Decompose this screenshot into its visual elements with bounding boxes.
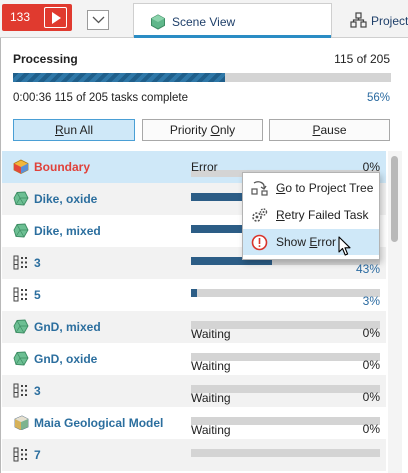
- task-status: Error: [191, 160, 218, 174]
- task-row[interactable]: 5 3%: [2, 279, 386, 311]
- project-tree-icon: [251, 180, 269, 199]
- geology-volume-icon: [13, 191, 29, 209]
- task-percent: 0%: [362, 358, 380, 372]
- task-name: GnD, mixed: [34, 320, 101, 334]
- overall-percent: 56%: [366, 92, 390, 104]
- grid-points-icon: [13, 255, 29, 273]
- tab-scene-view-label: Scene View: [172, 15, 236, 29]
- overall-progress-fill: [13, 73, 225, 82]
- task-percent: 3%: [362, 294, 380, 308]
- menu-label-post: rror: [317, 235, 337, 249]
- task-name: GnD, oxide: [34, 352, 98, 366]
- play-icon[interactable]: [44, 7, 67, 28]
- badge-count: 133: [10, 10, 31, 24]
- task-status: Waiting: [191, 327, 231, 341]
- task-name: Maia Geological Model: [34, 416, 164, 430]
- overall-progress-bar: [13, 73, 391, 82]
- menu-item-show-error[interactable]: Show Error: [243, 229, 379, 255]
- process-badge[interactable]: 133: [2, 4, 72, 31]
- task-percent: 0%: [362, 326, 380, 340]
- priority-mnemonic: O: [210, 123, 220, 137]
- vertical-scrollbar[interactable]: [388, 151, 402, 473]
- geology-volume-icon: [13, 351, 29, 369]
- task-row[interactable]: GnD, oxide Waiting 0%: [2, 343, 386, 375]
- geological-model-icon: [13, 415, 29, 433]
- geology-volume-icon: [13, 223, 29, 241]
- run-all-label-post: un All: [63, 123, 94, 137]
- chevron-down-icon[interactable]: [87, 10, 109, 30]
- mouse-cursor-icon: [338, 236, 352, 260]
- pause-button[interactable]: Pause: [269, 119, 390, 141]
- task-name: 7: [34, 448, 41, 462]
- task-name: 3: [34, 384, 41, 398]
- grid-points-icon: [13, 287, 29, 305]
- menu-mnemonic: G: [276, 181, 286, 195]
- tab-project-label: Project: [371, 14, 408, 28]
- gears-icon: [251, 207, 269, 226]
- error-icon: [251, 234, 268, 254]
- grid-points-icon: [13, 383, 29, 401]
- task-percent: 43%: [355, 262, 380, 276]
- context-menu: Go to Project Tree Retry Failed Task Sho…: [242, 172, 380, 260]
- task-percent: 0%: [362, 422, 380, 436]
- pause-label-post: ause: [320, 123, 347, 137]
- menu-label-post: etry Failed Task: [284, 208, 369, 222]
- task-progress-bar: [191, 449, 380, 457]
- menu-item-label: Retry Failed Task: [276, 208, 368, 222]
- task-name: Dike, oxide: [34, 192, 98, 206]
- task-progress-bar: [191, 289, 380, 297]
- priority-label-pre: Priority: [169, 123, 211, 137]
- task-name: 3: [34, 256, 41, 270]
- geology-volume-icon: [13, 319, 29, 337]
- processing-count: 115 of 205: [334, 52, 390, 66]
- task-row[interactable]: 3 Waiting 0%: [2, 375, 386, 407]
- menu-item-label: Show Error: [276, 235, 336, 249]
- menu-label-post: o to Project Tree: [285, 181, 374, 195]
- task-percent: 0%: [362, 390, 380, 404]
- task-row[interactable]: GnD, mixed Waiting 0%: [2, 311, 386, 343]
- boundary-icon: [13, 159, 29, 177]
- scene-view-icon: [150, 14, 166, 33]
- grid-points-icon: [13, 447, 29, 465]
- task-name: Dike, mixed: [34, 224, 101, 238]
- task-row[interactable]: 7: [2, 439, 386, 471]
- task-status: Waiting: [191, 359, 231, 373]
- task-status: Waiting: [191, 391, 231, 405]
- menu-label-pre: Show: [276, 235, 310, 249]
- task-status: Waiting: [191, 423, 231, 437]
- project-tree-icon: [350, 12, 367, 31]
- priority-only-button[interactable]: Priority Only: [142, 119, 263, 141]
- run-all-mnemonic: R: [54, 123, 64, 137]
- tab-project[interactable]: Project: [346, 3, 408, 37]
- task-row[interactable]: Maia Geological Model Waiting 0%: [2, 407, 386, 439]
- task-name: 5: [34, 288, 41, 302]
- menu-item-go-to-project-tree[interactable]: Go to Project Tree: [243, 175, 379, 201]
- run-all-button[interactable]: Run All: [13, 119, 135, 141]
- menu-mnemonic: R: [276, 208, 285, 222]
- priority-label-post: nly: [219, 123, 236, 137]
- task-progress-fill: [191, 289, 197, 297]
- task-name: Boundary: [34, 160, 91, 174]
- elapsed-status: 0:00:36 115 of 205 tasks complete: [13, 92, 188, 104]
- scrollbar-thumb[interactable]: [391, 156, 398, 242]
- tab-scene-view[interactable]: Scene View: [133, 3, 332, 38]
- top-bar: 133 Scene View Project: [0, 0, 408, 38]
- menu-item-retry-failed-task[interactable]: Retry Failed Task: [243, 202, 379, 228]
- processing-title: Processing: [13, 52, 78, 66]
- menu-item-label: Go to Project Tree: [276, 181, 373, 195]
